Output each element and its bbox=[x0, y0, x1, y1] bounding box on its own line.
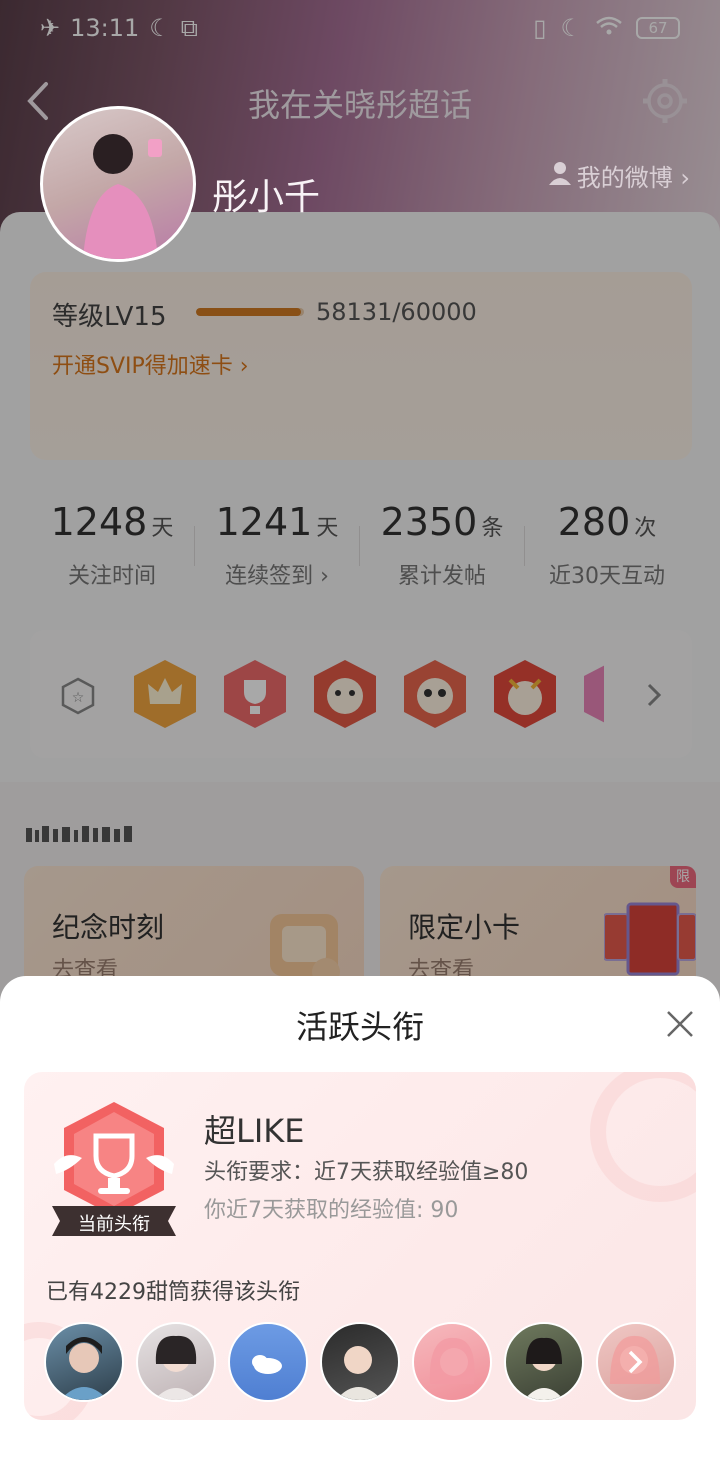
holder-avatar[interactable] bbox=[504, 1322, 584, 1402]
holder-avatar[interactable] bbox=[320, 1322, 400, 1402]
title-requirement: 头衔要求：近7天获取经验值≥80 bbox=[204, 1160, 529, 1185]
username: 彤小千 bbox=[212, 177, 321, 218]
decoration bbox=[590, 1072, 696, 1202]
current-title-label: 当前头衔 bbox=[78, 1214, 150, 1235]
holder-avatar[interactable] bbox=[228, 1322, 308, 1402]
holder-avatar[interactable] bbox=[136, 1322, 216, 1402]
person-icon bbox=[548, 161, 571, 191]
holders-count: 已有4229甜筒获得该头衔 bbox=[46, 1280, 300, 1305]
chevron-right-icon[interactable] bbox=[622, 1346, 648, 1378]
avatar[interactable] bbox=[40, 106, 196, 262]
close-icon[interactable] bbox=[664, 1008, 696, 1040]
my-weibo-link[interactable]: 我的微博 › bbox=[548, 158, 690, 193]
my-weibo-label: 我的微博 › bbox=[576, 164, 690, 192]
current-title-tag: 当前头衔 bbox=[52, 1206, 176, 1236]
holder-avatar[interactable] bbox=[412, 1322, 492, 1402]
holder-avatar[interactable] bbox=[44, 1322, 124, 1402]
sheet-title: 活跃头衔 bbox=[295, 1008, 424, 1046]
your-exp: 你近7天获取的经验值: 90 bbox=[204, 1198, 459, 1223]
title-name: 超LIKE bbox=[204, 1112, 305, 1150]
